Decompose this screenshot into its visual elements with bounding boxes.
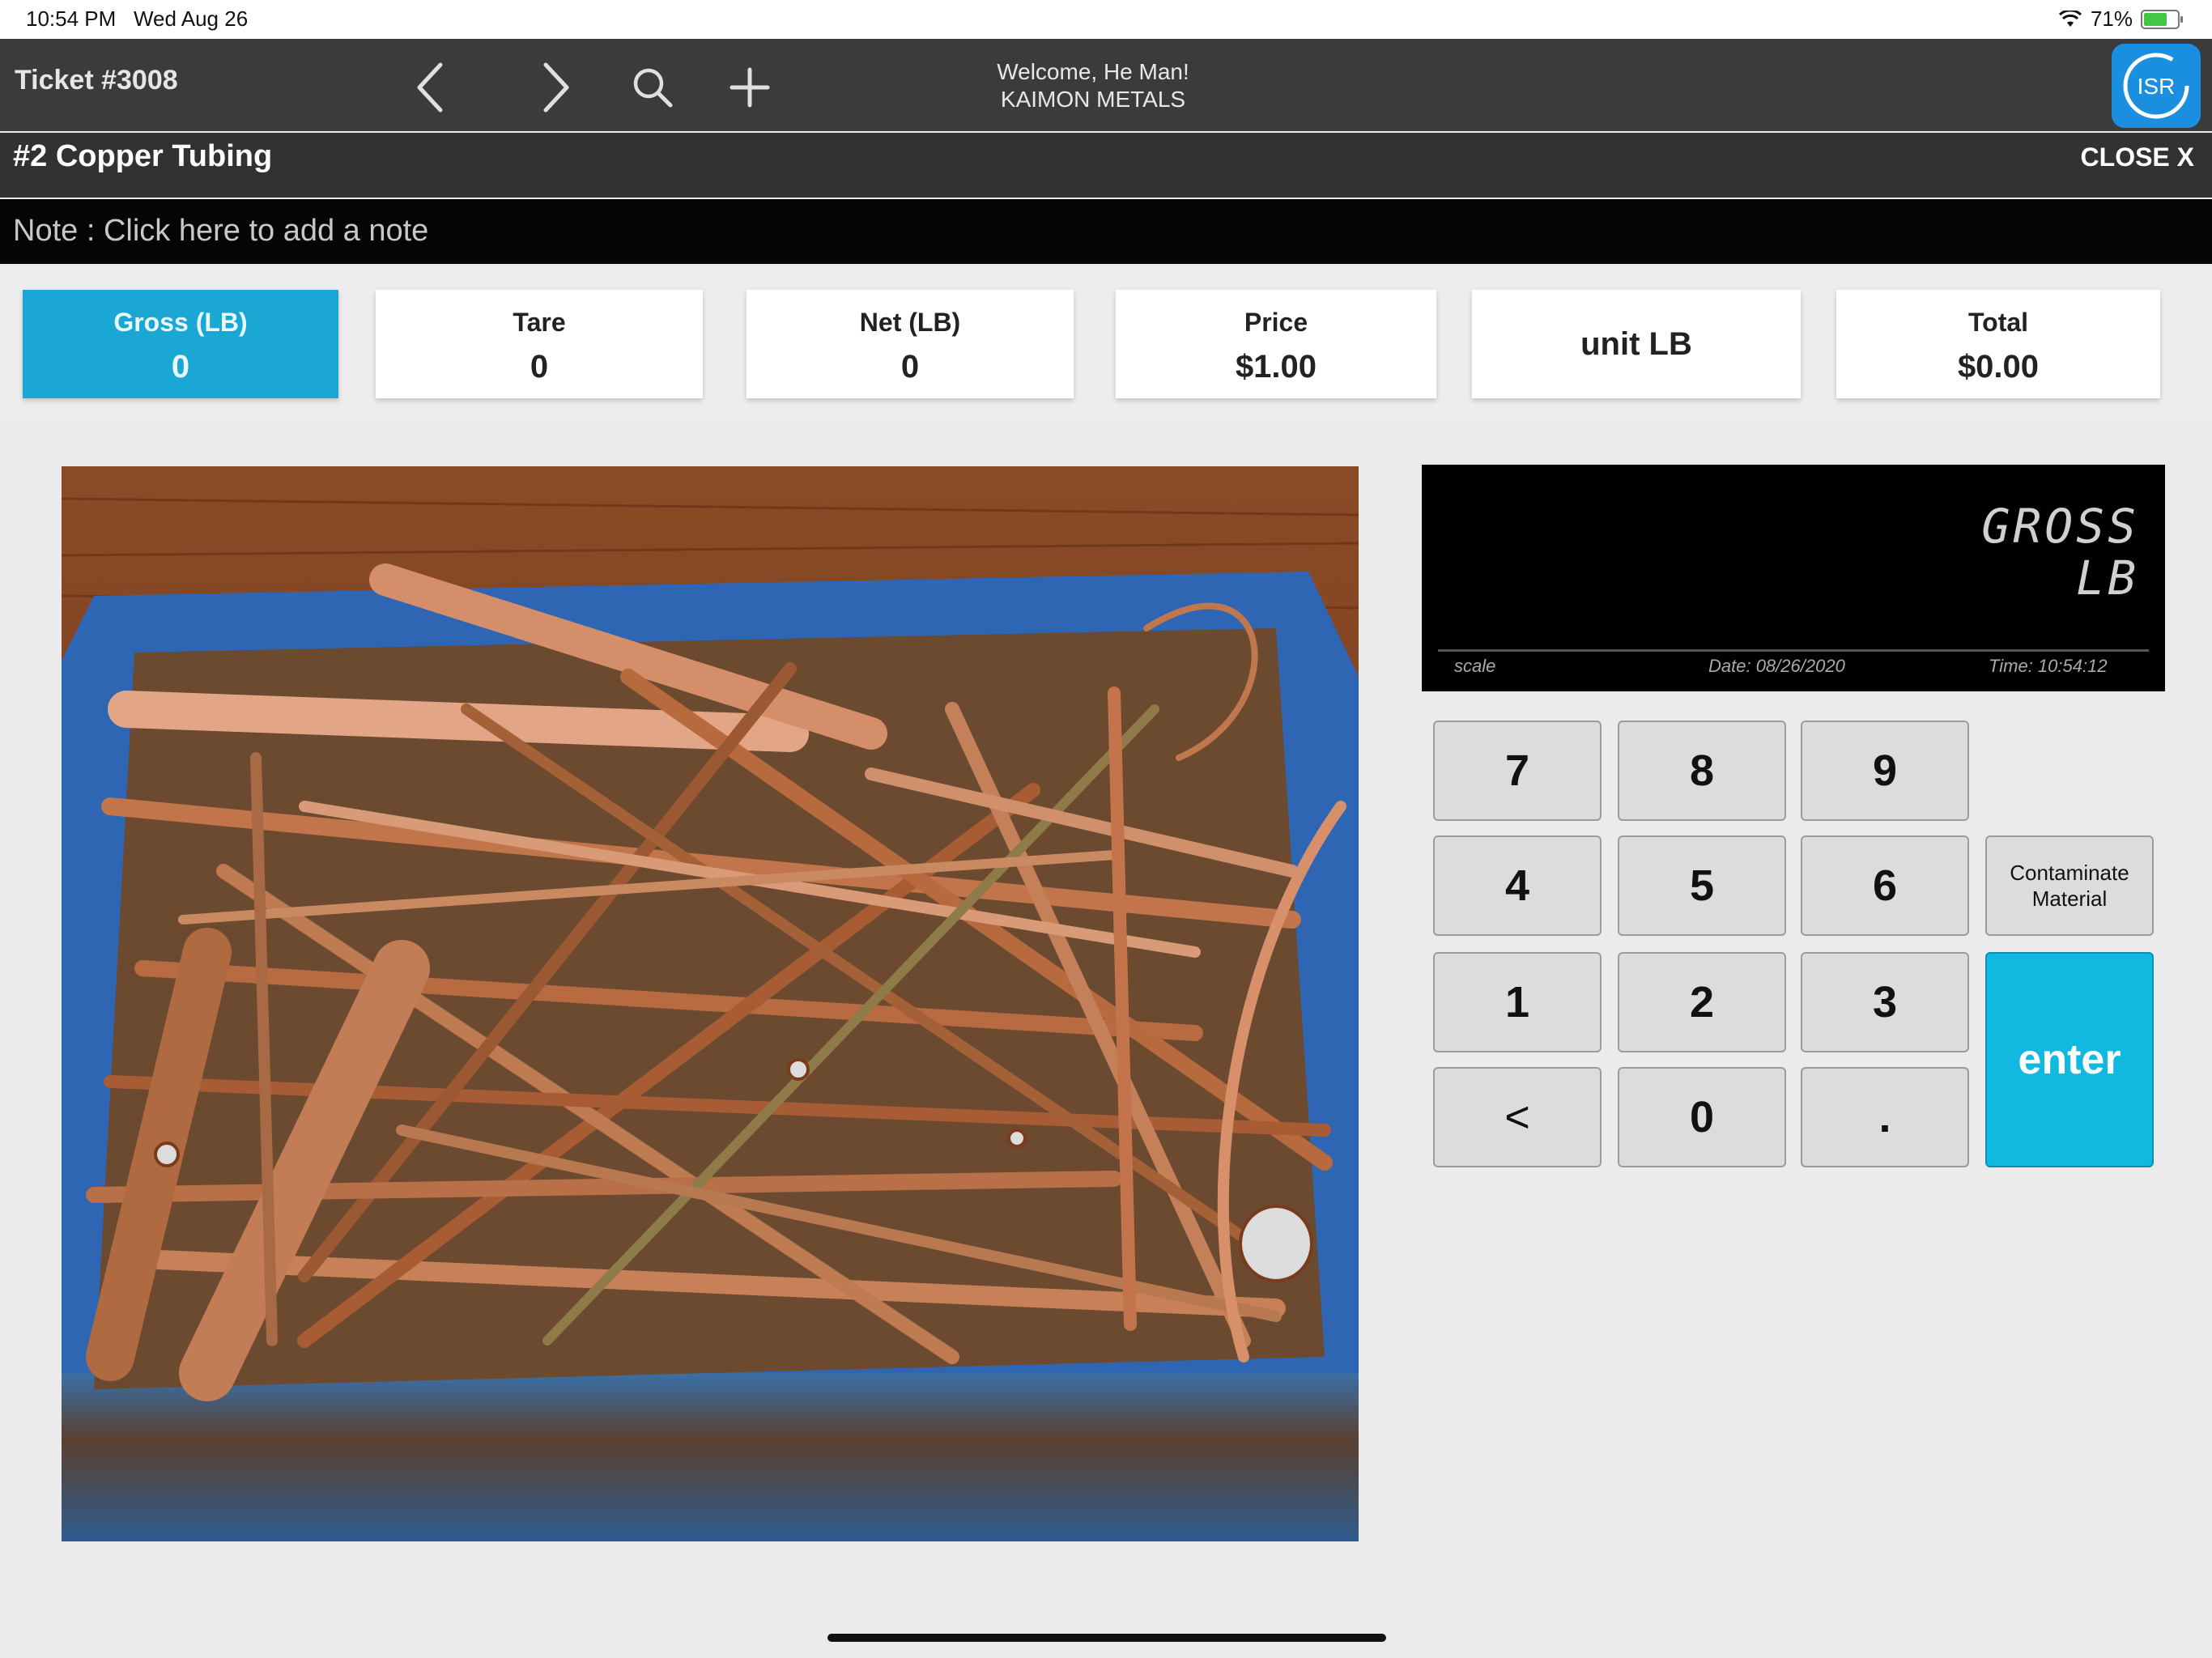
key-8[interactable]: 8 xyxy=(1618,721,1786,821)
contaminate-line2: Material xyxy=(2031,886,2108,911)
net-field[interactable]: Net (LB) 0 xyxy=(747,290,1074,398)
net-label: Net (LB) xyxy=(859,308,961,337)
gross-value: 0 xyxy=(171,349,190,385)
company-name: KAIMON METALS xyxy=(1000,87,1186,112)
key-9[interactable]: 9 xyxy=(1801,721,1969,821)
scale-divider xyxy=(1438,649,2149,652)
total-field: Total $0.00 xyxy=(1836,290,2160,398)
next-button[interactable] xyxy=(523,55,588,120)
price-value: $1.00 xyxy=(1235,349,1317,385)
close-button[interactable]: CLOSE X xyxy=(2081,142,2194,172)
plus-icon xyxy=(730,67,770,108)
contaminate-line1: Contaminate xyxy=(2010,861,2129,885)
decimal-key[interactable]: . xyxy=(1801,1067,1969,1167)
chevron-left-icon xyxy=(417,62,443,113)
battery-fill xyxy=(2144,12,2167,26)
scale-mode: GROSS LB xyxy=(1981,500,2139,604)
unit-value: unit LB xyxy=(1580,326,1692,362)
note-placeholder: Note : Click here to add a note xyxy=(13,214,429,248)
scale-unit-label: LB xyxy=(2076,551,2139,606)
material-photo xyxy=(62,466,1359,1541)
wifi-icon xyxy=(2058,10,2082,27)
key-5[interactable]: 5 xyxy=(1618,835,1786,936)
add-button[interactable] xyxy=(717,55,782,120)
search-button[interactable] xyxy=(620,55,685,120)
material-title: #2 Copper Tubing xyxy=(13,139,273,173)
key-6[interactable]: 6 xyxy=(1801,835,1969,936)
gross-field[interactable]: Gross (LB) 0 xyxy=(23,290,338,398)
tare-value: 0 xyxy=(530,349,549,385)
scale-time: Time: 10:54:12 xyxy=(1989,656,2108,676)
ticket-number: Ticket #3008 xyxy=(15,65,178,96)
total-value: $0.00 xyxy=(1957,349,2040,385)
key-7[interactable]: 7 xyxy=(1433,721,1602,821)
isr-sync-icon: ISR xyxy=(2123,53,2189,119)
status-bar: 10:54 PM Wed Aug 26 71% xyxy=(0,0,2212,39)
tare-label: Tare xyxy=(513,308,566,337)
weight-fields: Gross (LB) 0 Tare 0 Net (LB) 0 Price $1.… xyxy=(0,266,2212,424)
item-title-bar: #2 Copper Tubing CLOSE X xyxy=(0,133,2212,198)
total-label: Total xyxy=(1967,308,2029,337)
scale-display: GROSS LB scale Date: 08/26/2020 Time: 10… xyxy=(1422,465,2165,691)
battery-icon xyxy=(2141,9,2183,29)
home-indicator[interactable] xyxy=(827,1634,1386,1642)
scale-source: scale xyxy=(1454,656,1496,676)
key-4[interactable]: 4 xyxy=(1433,835,1602,936)
net-value: 0 xyxy=(900,349,920,385)
welcome-text: Welcome, He Man! xyxy=(997,59,1189,84)
chevron-right-icon xyxy=(543,62,569,113)
search-icon xyxy=(633,68,673,108)
status-time: 10:54 PM Wed Aug 26 xyxy=(26,6,248,32)
status-clock: 10:54 PM xyxy=(26,6,117,31)
scale-mode-label: GROSS xyxy=(1981,499,2139,554)
battery-percent: 71% xyxy=(2090,6,2133,31)
key-1[interactable]: 1 xyxy=(1433,952,1602,1052)
unit-field[interactable]: unit LB xyxy=(1472,290,1801,398)
key-2[interactable]: 2 xyxy=(1618,952,1786,1052)
enter-button[interactable]: enter xyxy=(1985,952,2154,1167)
isr-logo[interactable]: ISR xyxy=(2112,44,2201,128)
top-nav: Ticket #3008 Welcome, He Man! KAIMON MET… xyxy=(0,39,2212,131)
welcome-block: Welcome, He Man! KAIMON METALS xyxy=(931,58,1255,113)
key-0[interactable]: 0 xyxy=(1618,1067,1786,1167)
price-field[interactable]: Price $1.00 xyxy=(1116,290,1436,398)
status-date: Wed Aug 26 xyxy=(133,6,249,31)
previous-button[interactable] xyxy=(398,55,463,120)
backspace-key[interactable]: < xyxy=(1433,1067,1602,1167)
tare-field[interactable]: Tare 0 xyxy=(376,290,703,398)
copper-tubing-image xyxy=(62,466,1359,1541)
price-label: Price xyxy=(1244,308,1308,337)
gross-label: Gross (LB) xyxy=(113,308,248,337)
key-3[interactable]: 3 xyxy=(1801,952,1969,1052)
status-indicators: 71% xyxy=(2058,6,2183,32)
logo-text: ISR xyxy=(2138,74,2176,99)
scale-date: Date: 08/26/2020 xyxy=(1708,656,1845,676)
note-bar[interactable]: Note : Click here to add a note xyxy=(0,199,2212,264)
contaminate-material-button[interactable]: Contaminate Material xyxy=(1985,835,2154,936)
